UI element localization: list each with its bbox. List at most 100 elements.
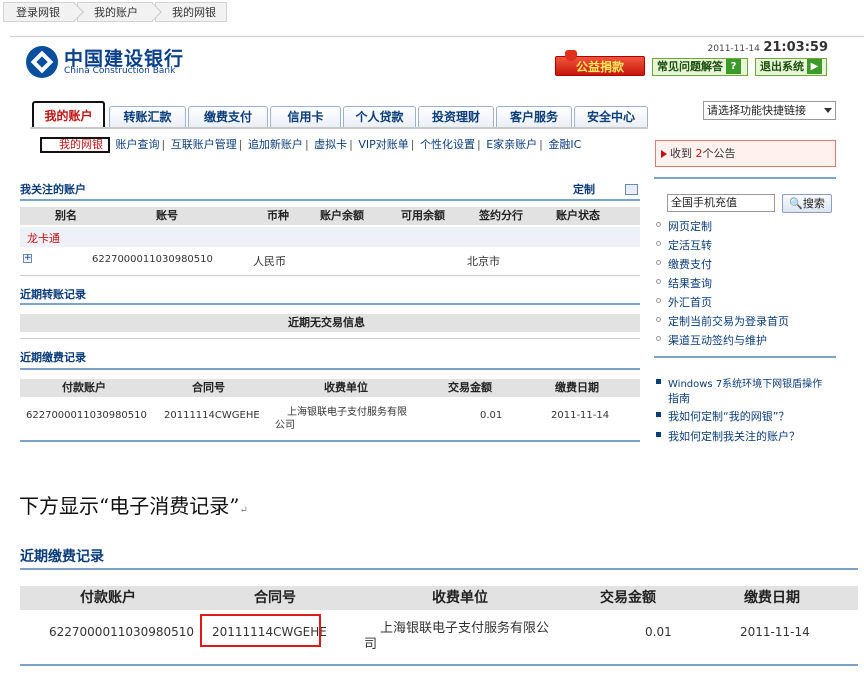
caption-text: 下方显示“电子消费记录”↵ xyxy=(19,494,248,518)
breadcrumb-item-my-account[interactable]: 我的账户 xyxy=(77,2,162,22)
zoom-payment-payee-line1: 上海银联电子支付服务有限公 xyxy=(380,621,550,636)
payment-payee-line2: 公司 xyxy=(275,420,295,431)
payment-contract: 20111114CWGEHE xyxy=(164,410,260,421)
side-link-result-query[interactable]: 结果查询 xyxy=(656,275,712,291)
side-link-set-homepage[interactable]: 定制当前交易为登录首页 xyxy=(656,313,789,329)
triangle-right-icon xyxy=(661,150,667,158)
side-top-line xyxy=(654,177,836,179)
zoom-payment-date: 2011-11-14 xyxy=(740,625,810,639)
logo-en-text: China Construction Bank xyxy=(64,66,176,76)
side-search-input[interactable]: 全国手机充值 xyxy=(667,194,775,212)
datetime: 2011-11-14 21:03:59 xyxy=(708,40,828,55)
chevron-down-icon xyxy=(824,108,832,113)
account-group-label: 龙卡通 xyxy=(27,232,60,245)
tab-investment[interactable]: 投资理财 xyxy=(418,106,494,128)
tab-payment[interactable]: 缴费支付 xyxy=(188,106,268,128)
ccb-logo-icon xyxy=(26,46,58,78)
accounts-title: 我关注的账户 xyxy=(20,183,86,196)
tab-personal-loan[interactable]: 个人贷款 xyxy=(343,106,416,128)
accounts-divider xyxy=(20,199,640,201)
account-currency: 人民币 xyxy=(253,255,286,268)
header-divider xyxy=(10,36,864,37)
col-pay-account: 付款账户 xyxy=(62,381,106,394)
zoom-col-date: 缴费日期 xyxy=(744,590,800,606)
quick-link-select[interactable]: 请选择功能快捷链接 xyxy=(703,101,836,120)
help-icon: ? xyxy=(726,59,741,74)
faq-link-windows7[interactable]: Windows 7系统环境下网银盾操作 xyxy=(656,375,822,390)
side-link-fx-home[interactable]: 外汇首页 xyxy=(656,294,712,310)
side-link-channel-signing[interactable]: 渠道互动签约与维护 xyxy=(656,332,767,348)
faq-link-custom-accounts[interactable]: 我如何定制我关注的账户？ xyxy=(656,428,800,444)
breadcrumb-item-my-ebank[interactable]: 我的网银 xyxy=(155,2,227,22)
transfers-bottom-line xyxy=(20,338,640,339)
col-account: 账号 xyxy=(156,209,178,222)
tab-credit-card[interactable]: 信用卡 xyxy=(270,106,341,128)
payment-amount: 0.01 xyxy=(480,410,503,421)
tab-my-account[interactable]: 我的账户 xyxy=(32,101,105,129)
subnav-linked-accounts[interactable]: 互联账户管理 xyxy=(171,136,237,152)
subnav-account-query[interactable]: 账户查询 xyxy=(116,136,160,152)
zoom-divider xyxy=(20,568,858,570)
customize-link[interactable]: 定制 xyxy=(573,181,595,197)
side-link-payment[interactable]: 缴费支付 xyxy=(656,256,712,272)
account-number: 6227000011030980510 xyxy=(92,254,213,265)
payment-date: 2011-11-14 xyxy=(551,410,610,421)
transfers-empty-text: 近期无交易信息 xyxy=(288,316,365,329)
col-currency: 币种 xyxy=(267,209,289,222)
zoom-payment-amount: 0.01 xyxy=(645,625,672,639)
faq-link-guide[interactable]: 指南 xyxy=(668,390,690,406)
zoom-payments-title: 近期缴费记录 xyxy=(20,549,104,565)
payments-table-header: 付款账户 合同号 收费单位 交易金额 缴费日期 xyxy=(20,379,640,397)
zoom-col-amount: 交易金额 xyxy=(600,590,656,606)
tab-transfer[interactable]: 转账汇款 xyxy=(109,106,186,128)
account-group-row: 龙卡通 xyxy=(20,227,640,247)
customize-icon[interactable] xyxy=(625,184,638,195)
notice-bar[interactable]: 收到 2个公告 xyxy=(655,140,836,167)
contract-highlight-box xyxy=(200,614,321,647)
zoom-payment-payee-line2: 司 xyxy=(364,637,378,652)
zoom-table-header: 付款账户 合同号 收费单位 交易金额 缴费日期 xyxy=(20,586,858,610)
subnav-ic-card[interactable]: 金融IC xyxy=(548,136,581,152)
side-mid-line xyxy=(654,356,836,358)
zoom-col-pay-account: 付款账户 xyxy=(80,590,136,606)
date-text: 2011-11-14 xyxy=(707,44,760,54)
zoom-col-contract: 合同号 xyxy=(254,590,296,606)
subnav-my-ebank[interactable]: 我的网银 xyxy=(40,137,110,153)
col-amount: 交易金额 xyxy=(448,381,492,394)
col-status: 账户状态 xyxy=(556,209,600,222)
payments-title: 近期缴费记录 xyxy=(20,351,86,364)
search-icon: 🔍 xyxy=(789,197,803,210)
col-contract: 合同号 xyxy=(192,381,225,394)
accounts-table-header: 别名 账号 币种 账户余额 可用余额 签约分行 账户状态 xyxy=(20,207,640,225)
subnav-virtual-card[interactable]: 虚拟卡 xyxy=(314,136,347,152)
zoom-payment-account: 6227000011030980510 xyxy=(49,625,195,639)
faq-link-custom-ebank[interactable]: 我如何定制“我的网银”？ xyxy=(656,408,789,424)
subnav-personalize[interactable]: 个性化设置 xyxy=(420,136,475,152)
payments-bottom-line xyxy=(20,440,640,442)
time-text: 21:03:59 xyxy=(763,40,828,55)
charity-button[interactable]: 公益捐款 xyxy=(555,50,645,76)
subnav-vip-statement[interactable]: VIP对账单 xyxy=(358,136,408,152)
transfers-empty-row: 近期无交易信息 xyxy=(20,314,640,332)
transfers-title: 近期转账记录 xyxy=(20,288,86,301)
tab-customer-service[interactable]: 客户服务 xyxy=(496,106,572,128)
payment-payee-line1: 上海银联电子支付服务有限 xyxy=(287,407,407,418)
col-available: 可用余额 xyxy=(401,209,445,222)
col-branch: 签约分行 xyxy=(479,209,523,222)
breadcrumb-item-login[interactable]: 登录网银 xyxy=(3,2,84,22)
payments-divider xyxy=(20,368,640,370)
logout-button[interactable]: 退出系统 ▶ xyxy=(755,58,827,76)
subnav-add-account[interactable]: 追加新账户 xyxy=(248,136,303,152)
col-date: 缴费日期 xyxy=(555,381,599,394)
expand-icon[interactable]: + xyxy=(23,254,32,263)
sub-nav: 我的网银 账户查询 | 互联账户管理 | 追加新账户 | 虚拟卡 | VIP对账单 | 个… xyxy=(40,136,581,154)
account-branch: 北京市 xyxy=(467,255,500,268)
side-link-fixed-current[interactable]: 定活互转 xyxy=(656,237,712,253)
side-search-button[interactable]: 🔍搜索 xyxy=(782,194,832,213)
transfers-divider xyxy=(20,303,640,305)
tab-security-center[interactable]: 安全中心 xyxy=(574,106,648,128)
side-link-page-custom[interactable]: 网页定制 xyxy=(656,218,712,234)
zoom-bottom-line xyxy=(20,664,858,666)
subnav-family-account[interactable]: E家亲账户 xyxy=(486,136,537,152)
faq-button[interactable]: 常见问题解答? xyxy=(652,58,748,76)
